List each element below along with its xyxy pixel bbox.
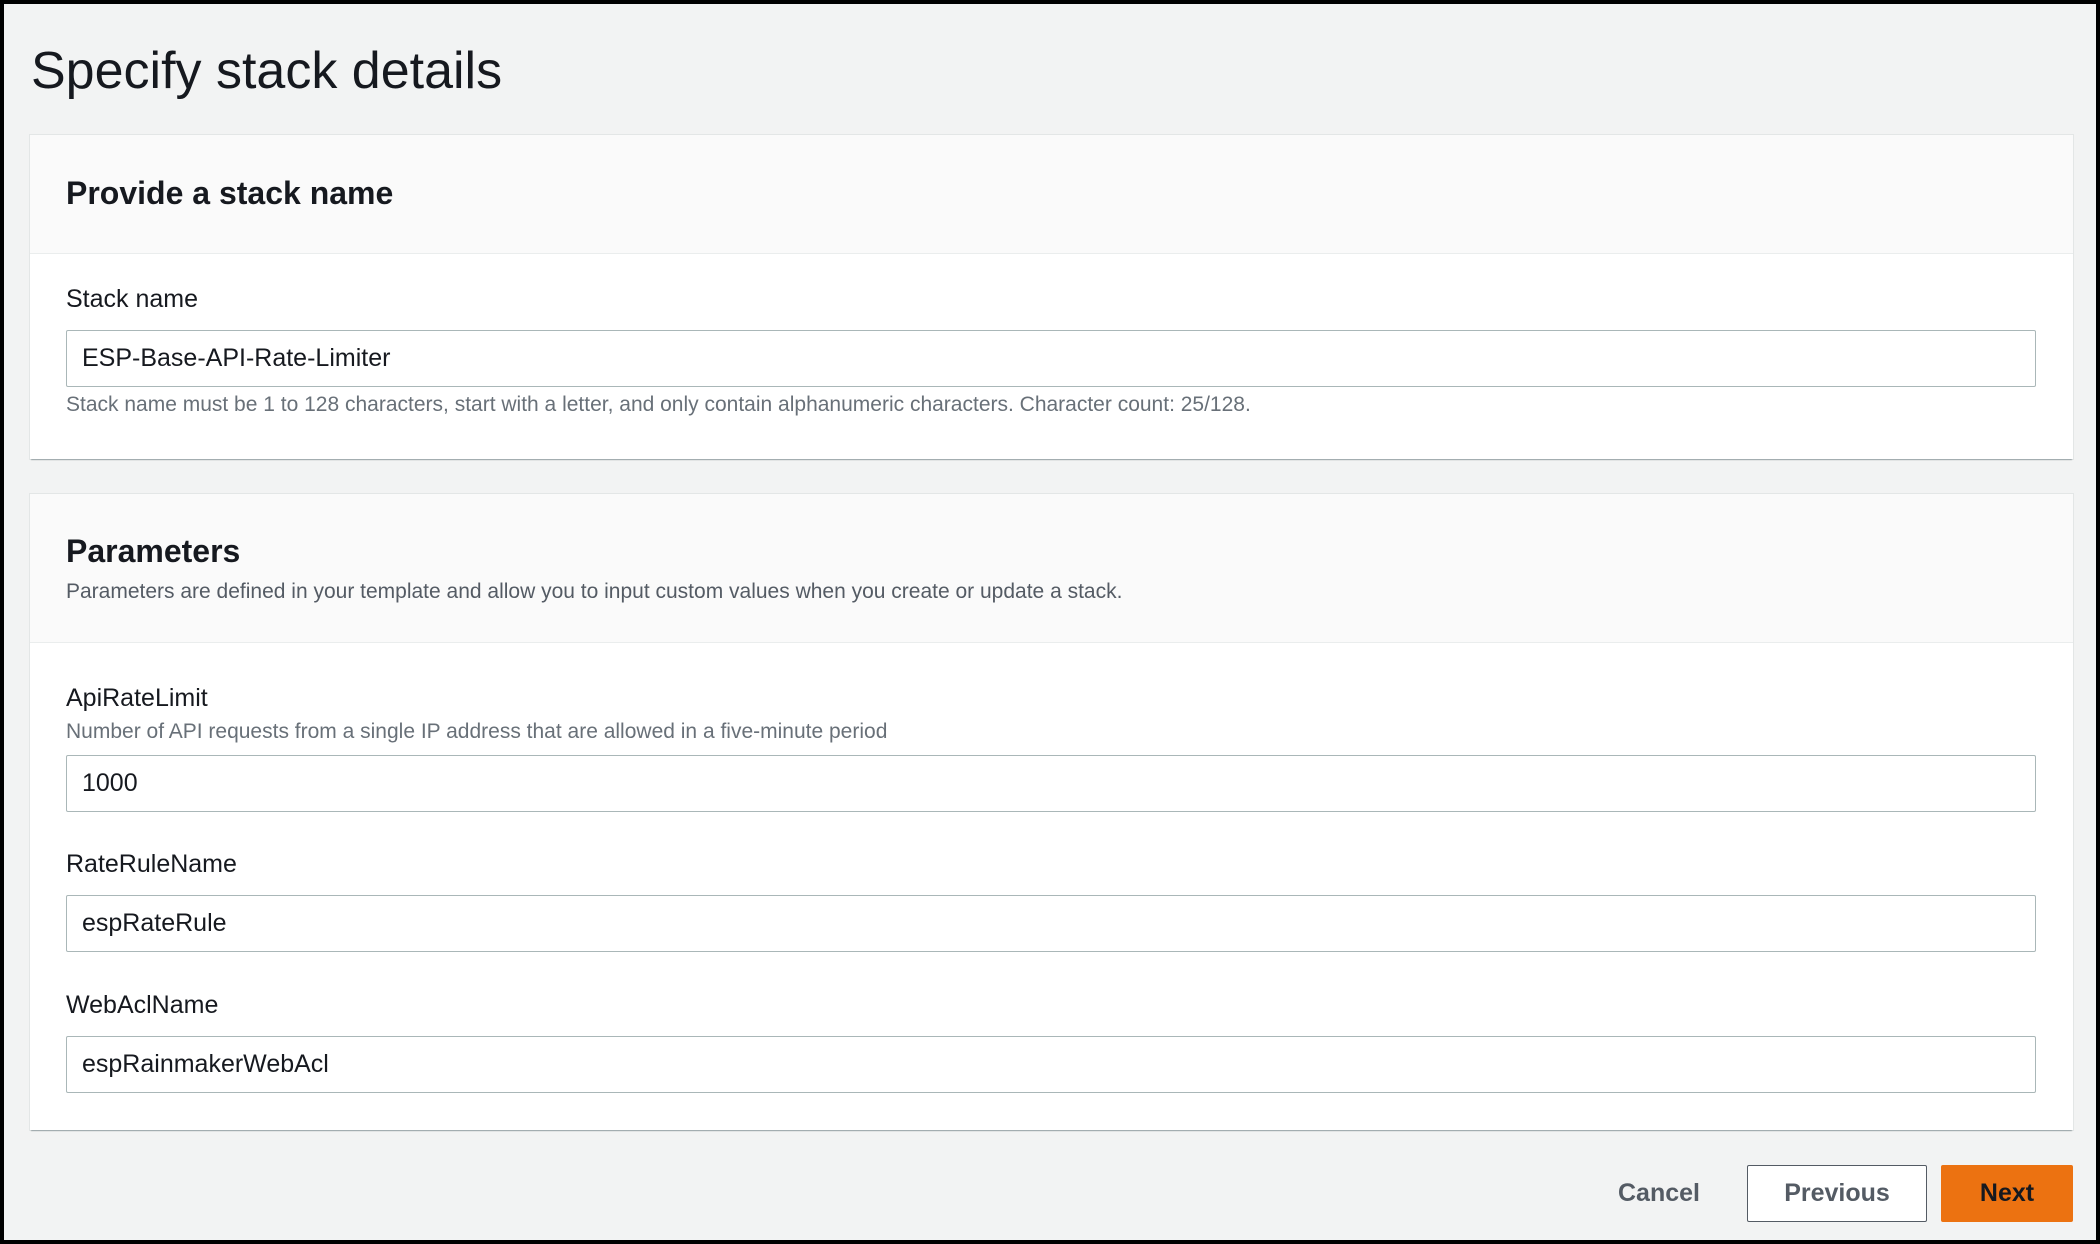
web-acl-name-input[interactable] xyxy=(66,1036,2036,1093)
api-rate-limit-input[interactable] xyxy=(66,755,2036,812)
rate-rule-name-input[interactable] xyxy=(66,895,2036,952)
wizard-page: Specify stack details Provide a stack na… xyxy=(4,4,2096,1240)
panel-title: Parameters xyxy=(66,533,241,569)
previous-button[interactable]: Previous xyxy=(1747,1165,1927,1222)
panel-title: Provide a stack name xyxy=(66,175,394,211)
page-title: Specify stack details xyxy=(31,42,503,100)
web-acl-name-label: WebAclName xyxy=(66,991,219,1019)
panel-description: Parameters are defined in your template … xyxy=(66,580,1123,603)
rate-rule-name-label: RateRuleName xyxy=(66,850,237,878)
stack-name-panel: Provide a stack name Stack name Stack na… xyxy=(30,135,2073,459)
api-rate-limit-description: Number of API requests from a single IP … xyxy=(66,720,888,743)
cancel-button[interactable]: Cancel xyxy=(1594,1165,1724,1222)
api-rate-limit-label: ApiRateLimit xyxy=(66,684,208,712)
next-button[interactable]: Next xyxy=(1941,1165,2073,1222)
panel-header: Provide a stack name xyxy=(30,135,2073,254)
stack-name-label: Stack name xyxy=(66,285,199,313)
stack-name-constraint-text: Stack name must be 1 to 128 characters, … xyxy=(66,393,1251,416)
parameters-panel: Parameters Parameters are defined in you… xyxy=(30,494,2073,1130)
panel-header: Parameters Parameters are defined in you… xyxy=(30,494,2073,643)
stack-name-input[interactable] xyxy=(66,330,2036,387)
